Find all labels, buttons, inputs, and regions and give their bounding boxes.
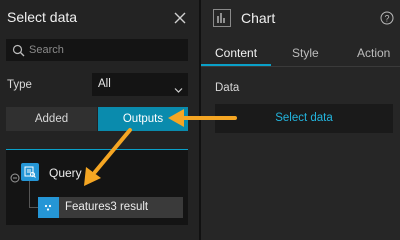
tab-content[interactable]: Content xyxy=(215,46,257,60)
result-dots-icon xyxy=(38,197,59,218)
panel-header: Select data xyxy=(0,0,199,36)
query-widget-icon xyxy=(21,163,39,181)
tab-action[interactable]: Action xyxy=(357,46,390,60)
search-icon xyxy=(12,44,25,57)
search-input[interactable] xyxy=(29,40,185,60)
data-section-label: Data xyxy=(215,82,240,94)
segment-added-label: Added xyxy=(34,113,69,125)
tab-style[interactable]: Style xyxy=(292,46,319,60)
segment-outputs-label: Outputs xyxy=(122,113,164,125)
type-select[interactable]: All xyxy=(92,73,188,96)
chart-title: Chart xyxy=(241,10,276,26)
segment-added[interactable]: Added xyxy=(6,107,97,131)
chart-settings-panel: Chart ? Content Style Action Data Select… xyxy=(201,0,400,240)
tab-divider xyxy=(201,66,400,67)
collapse-icon[interactable] xyxy=(10,170,20,183)
close-icon[interactable] xyxy=(172,10,188,26)
type-label: Type xyxy=(7,79,32,91)
bar-chart-icon xyxy=(213,9,231,27)
help-icon[interactable]: ? xyxy=(380,11,394,25)
panel-title: Select data xyxy=(7,9,78,25)
segment-outputs[interactable]: Outputs xyxy=(98,107,188,131)
type-select-value: All xyxy=(98,78,111,90)
result-label: Features3 result xyxy=(65,201,149,213)
data-tree: Query Features3 result xyxy=(6,149,188,225)
select-data-panel: Select data Type All Added Outputs Query xyxy=(0,0,199,240)
svg-text:?: ? xyxy=(384,14,389,24)
chevron-down-icon xyxy=(174,81,183,93)
select-data-button-label: Select data xyxy=(275,112,333,124)
search-box xyxy=(6,39,188,61)
tree-node-query[interactable]: Query xyxy=(49,166,82,180)
select-data-button[interactable]: Select data xyxy=(215,104,393,133)
tree-item-features3-result[interactable]: Features3 result xyxy=(38,197,183,218)
